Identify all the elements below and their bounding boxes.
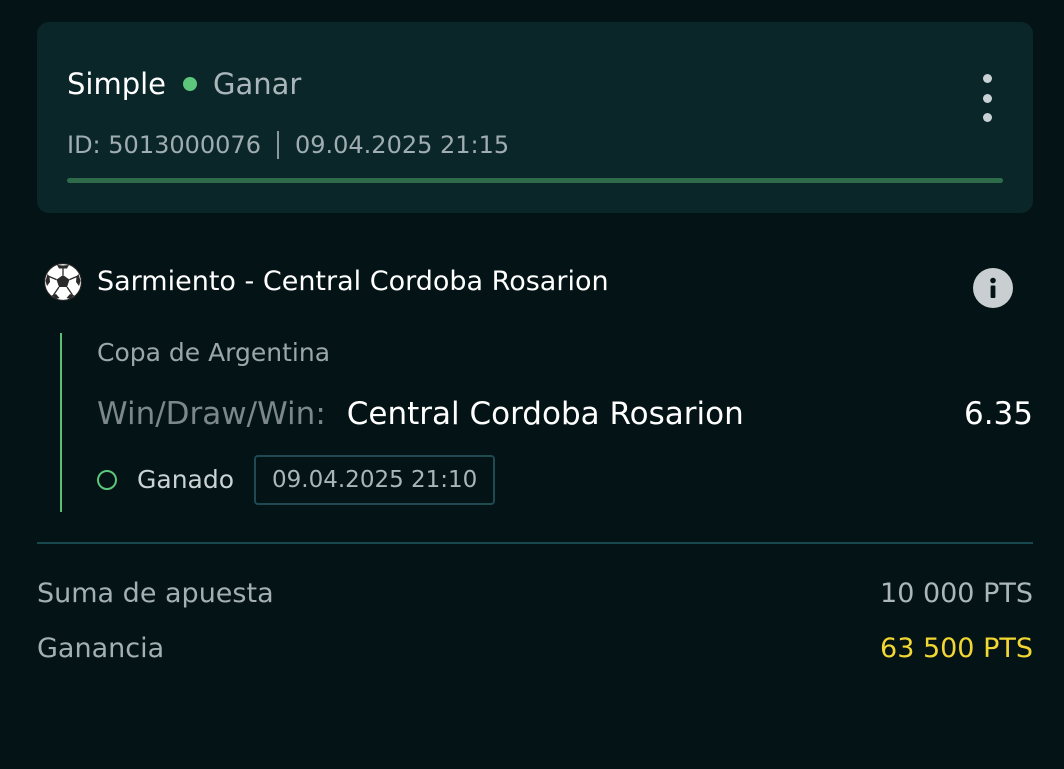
win-row: Ganancia 63 500 PTS <box>37 631 1033 667</box>
bet-title-row: Simple Ganar <box>67 66 301 102</box>
event-accent-bar <box>60 333 62 512</box>
result-label: Ganado <box>137 465 235 494</box>
meta-separator <box>276 131 279 159</box>
result-datetime: 09.04.2025 21:10 <box>254 455 496 505</box>
bet-header-card: Simple Ganar ID: 5013000076 09.04.2025 2… <box>37 22 1033 213</box>
bet-meta: ID: 5013000076 09.04.2025 21:15 <box>67 130 509 160</box>
stake-row: Suma de apuesta 10 000 PTS <box>37 576 1033 612</box>
result-row: Ganado 09.04.2025 21:10 <box>97 453 496 507</box>
selection-name: Central Cordoba Rosarion <box>346 396 744 432</box>
event-header: Sarmiento - Central Cordoba Rosarion <box>43 262 609 302</box>
info-icon[interactable] <box>973 268 1013 308</box>
soccer-ball-icon <box>43 262 83 302</box>
stake-label: Suma de apuesta <box>37 578 274 609</box>
stake-value: 10 000 PTS <box>880 578 1033 609</box>
event-name[interactable]: Sarmiento - Central Cordoba Rosarion <box>97 262 609 302</box>
result-status-icon <box>97 470 117 490</box>
market-label: Win/Draw/Win: <box>97 396 326 432</box>
bet-type: Simple <box>67 67 167 101</box>
bet-id: ID: 5013000076 <box>67 131 261 159</box>
bet-details-page: Simple Ganar ID: 5013000076 09.04.2025 2… <box>0 0 1064 769</box>
bet-progress-bar <box>67 178 1003 183</box>
divider <box>37 542 1033 544</box>
bet-status: Ganar <box>213 67 302 101</box>
bet-datetime: 09.04.2025 21:15 <box>294 131 510 159</box>
market-row: Win/Draw/Win: Central Cordoba Rosarion 6… <box>97 392 1033 436</box>
bet-progress-fill <box>67 178 1003 183</box>
more-dot-icon <box>982 93 992 103</box>
more-options-button[interactable] <box>977 74 997 122</box>
tournament-name: Copa de Argentina <box>97 338 331 367</box>
more-dot-icon <box>982 74 992 83</box>
more-dot-icon <box>982 113 992 122</box>
status-dot-icon <box>183 77 198 91</box>
odds-value: 6.35 <box>963 396 1033 432</box>
win-label: Ganancia <box>37 633 165 664</box>
win-value: 63 500 PTS <box>880 633 1033 664</box>
